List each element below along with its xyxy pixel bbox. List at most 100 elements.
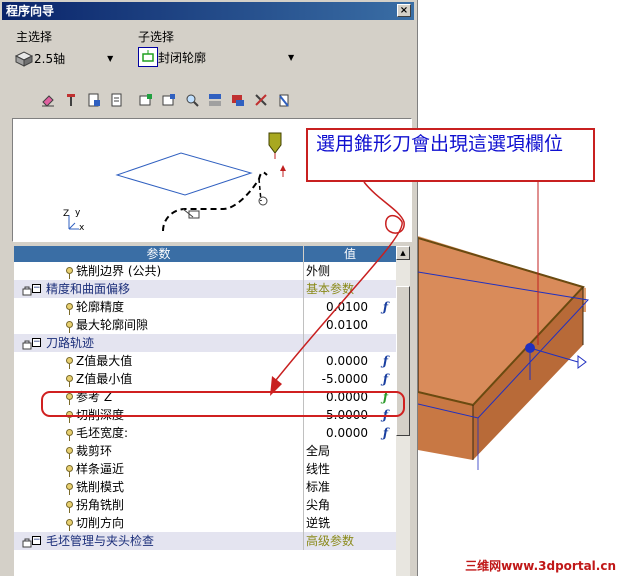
row-label: 铣削边界 (公共) [76, 264, 162, 278]
row-value-cell[interactable]: 5.0000 ƒ [304, 406, 396, 424]
row-label-cell: 切削方向 [14, 514, 304, 532]
category-row[interactable]: − 刀路轨迹 [14, 334, 396, 352]
watermark: 三维网www.3dportal.cn [465, 559, 616, 573]
settings-icon[interactable] [228, 90, 247, 109]
row-value-cell[interactable]: -5.0000 ƒ [304, 370, 396, 388]
parameter-row[interactable]: 样条逼近 线性 [14, 460, 396, 478]
parameter-bullet-icon [66, 393, 73, 405]
row-label-cell: 切削深度 [14, 406, 304, 424]
row-label-cell: − 精度和曲面偏移 [14, 280, 304, 298]
window-title: 程序向导 [6, 4, 55, 18]
lock-icon [22, 337, 32, 350]
row-label-cell: 最大轮廓间隙 [14, 316, 304, 334]
row-value-cell[interactable]: 0.0100 [304, 316, 396, 334]
collapse-toggle-icon[interactable]: − [32, 284, 41, 293]
eraser-icon[interactable] [38, 90, 57, 109]
row-value-cell[interactable]: 0.0000 ƒ [304, 352, 396, 370]
row-label: 轮廓精度 [76, 300, 125, 314]
3d-viewport[interactable] [418, 0, 622, 576]
row-label: 裁剪环 [76, 444, 113, 458]
row-label-cell: 毛坯宽度: [14, 424, 304, 442]
formula-icon[interactable]: ƒ [383, 352, 388, 370]
parameter-bullet-icon [66, 501, 73, 513]
scroll-up-button[interactable]: ▲ [396, 246, 410, 260]
scroll-thumb[interactable] [396, 286, 410, 436]
category-row[interactable]: − 毛坯管理与夹头检查 高级参数 [14, 532, 396, 550]
parameter-row[interactable]: 参考 Z 0.0000 ƒ [14, 388, 396, 406]
axis-x-label: x [79, 223, 85, 233]
row-value-cell[interactable]: 基本参数 [304, 280, 396, 298]
row-label: 刀路轨迹 [46, 336, 95, 350]
parameter-row[interactable]: 拐角铣削 尖角 [14, 496, 396, 514]
sub-select-combo[interactable]: 封闭轮廓 ▼ [138, 47, 298, 67]
parameter-row[interactable]: 铣削边界 (公共) 外侧 [14, 262, 396, 280]
parameter-row[interactable]: Z值最小值 -5.0000 ƒ [14, 370, 396, 388]
document-add-icon[interactable] [84, 90, 103, 109]
row-label-cell: 铣削模式 [14, 478, 304, 496]
parameter-row[interactable]: 轮廓精度 0.0100 ƒ [14, 298, 396, 316]
header-value: 值 [343, 247, 356, 261]
row-value-cell[interactable]: 0.0100 ƒ [304, 298, 396, 316]
row-label-cell: 参考 Z [14, 388, 304, 406]
row-value: 0.0100 [326, 318, 368, 332]
chevron-down-icon: ▼ [107, 53, 114, 63]
row-value-cell[interactable]: 全局 [304, 442, 396, 460]
search-icon[interactable] [182, 90, 201, 109]
cube-icon [14, 49, 34, 67]
row-label: 最大轮廓间隙 [76, 318, 149, 332]
row-label-cell: − 毛坯管理与夹头检查 [14, 532, 304, 550]
sub-select-value: 封闭轮廓 [158, 50, 207, 65]
formula-icon[interactable]: ƒ [383, 298, 388, 316]
parameter-row[interactable]: 铣削模式 标准 [14, 478, 396, 496]
row-value-cell[interactable]: 尖角 [304, 496, 396, 514]
parameter-row[interactable]: 毛坯宽度: 0.0000 ƒ [14, 424, 396, 442]
parameter-row[interactable]: 最大轮廓间隙 0.0100 [14, 316, 396, 334]
collapse-toggle-icon[interactable]: − [32, 536, 41, 545]
close-button[interactable]: × [397, 4, 411, 17]
row-label: 参考 Z [76, 390, 113, 404]
formula-icon[interactable]: ƒ [383, 406, 388, 424]
collapse-toggle-icon[interactable]: − [32, 338, 41, 347]
row-value: 基本参数 [306, 282, 355, 296]
row-value-cell[interactable]: 0.0000 ƒ [304, 388, 396, 406]
row-value-cell[interactable] [304, 334, 396, 352]
scrollbar[interactable]: ▲ [396, 246, 410, 576]
document-edit-icon[interactable] [107, 90, 126, 109]
row-label: 拐角铣削 [76, 498, 125, 512]
row-value: 外侧 [306, 264, 331, 278]
axis-z-label: Z [63, 209, 70, 219]
parameter-grid: 参数 值 铣削边界 (公共) 外侧 − 精度和曲面偏移 基本参数 轮廓精度 0.0100 ƒ 最… [14, 246, 410, 576]
main-select-combo[interactable]: 2.5轴 ▼ [14, 48, 134, 68]
row-label-cell: Z值最大值 [14, 352, 304, 370]
row-value-cell[interactable]: 标准 [304, 478, 396, 496]
export-icon[interactable] [136, 90, 155, 109]
parameter-row[interactable]: 切削方向 逆铣 [14, 514, 396, 532]
category-row[interactable]: − 精度和曲面偏移 基本参数 [14, 280, 396, 298]
row-value-cell[interactable]: 外侧 [304, 262, 396, 280]
row-value-cell[interactable]: 逆铣 [304, 514, 396, 532]
formula-icon[interactable]: ƒ [383, 424, 388, 442]
parameter-row[interactable]: 切削深度 5.0000 ƒ [14, 406, 396, 424]
import-icon[interactable] [159, 90, 178, 109]
delete-icon[interactable] [274, 90, 293, 109]
parameter-row[interactable]: Z值最大值 0.0000 ƒ [14, 352, 396, 370]
formula-icon[interactable]: ƒ [383, 370, 388, 388]
row-label: 精度和曲面偏移 [46, 282, 131, 296]
row-label: 毛坯管理与夹头检查 [46, 534, 155, 548]
parameter-row[interactable]: 裁剪环 全局 [14, 442, 396, 460]
row-value: 线性 [306, 462, 331, 476]
row-value-cell[interactable]: 线性 [304, 460, 396, 478]
parameter-bullet-icon [66, 429, 73, 441]
tree-icon[interactable] [205, 90, 224, 109]
tools-icon[interactable] [251, 90, 270, 109]
sub-select-label: 子选择 [138, 30, 175, 44]
wizard-toolbar [38, 90, 293, 112]
annotation-callout: 選用錐形刀會出現這選項欄位 [306, 128, 595, 182]
formula-icon[interactable]: ƒ [383, 388, 388, 406]
row-value-cell[interactable]: 0.0000 ƒ [304, 424, 396, 442]
row-value-cell[interactable]: 高级参数 [304, 532, 396, 550]
parameter-bullet-icon [66, 483, 73, 495]
pin-icon[interactable] [61, 90, 80, 109]
row-label: Z值最小值 [76, 372, 133, 386]
closed-contour-icon [138, 47, 158, 67]
